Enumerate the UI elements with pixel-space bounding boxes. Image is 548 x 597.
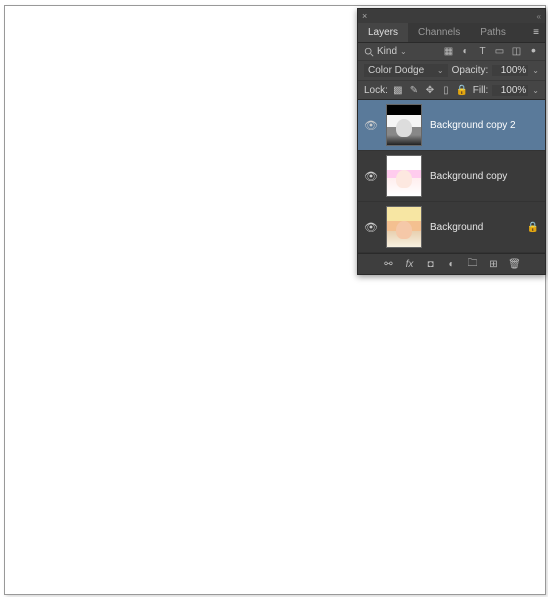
layers-panel: × « Layers Channels Paths ≡ Kind ⌄ ▦ ◐ T… [357, 8, 546, 275]
delete-layer-icon[interactable]: 🗑 [509, 258, 521, 270]
lock-position-icon[interactable]: ✥ [424, 84, 436, 96]
chevron-down-icon: ⌄ [437, 66, 444, 75]
chevron-down-icon: ⌄ [400, 47, 407, 56]
layers-bottom-toolbar: ⚯ fx ◘ ◐ 🗀 ⊞ 🗑 [358, 253, 545, 274]
blend-row: Color Dodge ⌄ Opacity: 100% ⌄ [358, 61, 545, 81]
search-icon [364, 47, 374, 57]
link-layers-icon[interactable]: ⚯ [383, 258, 395, 270]
new-layer-icon[interactable]: ⊞ [488, 258, 500, 270]
panel-tabs: Layers Channels Paths ≡ [358, 23, 545, 43]
visibility-eye-icon[interactable]: 👁 [364, 221, 378, 234]
layer-name-label[interactable]: Background copy 2 [430, 120, 516, 131]
lock-all-icon[interactable]: 🔒 [456, 84, 468, 96]
filter-shape-icon[interactable]: ▭ [494, 46, 505, 57]
tab-layers[interactable]: Layers [358, 23, 408, 42]
visibility-eye-icon[interactable]: 👁 [364, 170, 378, 183]
fx-icon[interactable]: fx [404, 258, 416, 270]
layer-thumbnail[interactable] [386, 104, 422, 146]
blend-mode-dropdown[interactable]: Color Dodge ⌄ [364, 64, 448, 77]
lock-artboard-icon[interactable]: ▯ [440, 84, 452, 96]
layer-row[interactable]: 👁 Background copy [358, 151, 545, 202]
opacity-input[interactable]: 100% [492, 65, 528, 76]
fill-input[interactable]: 100% [492, 85, 528, 96]
chevron-down-icon[interactable]: ⌄ [532, 86, 539, 95]
lock-pixels-icon[interactable]: ✎ [408, 84, 420, 96]
visibility-eye-icon[interactable]: 👁 [364, 119, 378, 132]
close-icon[interactable]: × [362, 11, 367, 21]
filter-pixel-icon[interactable]: ▦ [443, 46, 454, 57]
filter-dot-icon[interactable]: • [528, 44, 539, 55]
lock-transparency-icon[interactable]: ▩ [392, 84, 404, 96]
layer-name-label[interactable]: Background copy [430, 171, 507, 182]
filter-type-icon[interactable]: T [477, 46, 488, 57]
lock-label: Lock: [364, 85, 388, 96]
tab-paths[interactable]: Paths [470, 23, 516, 42]
filter-row: Kind ⌄ ▦ ◐ T ▭ ◫ • [358, 43, 545, 61]
panel-titlebar: × « [358, 9, 545, 23]
collapse-icon[interactable]: « [537, 12, 541, 21]
layer-row[interactable]: 👁 Background copy 2 [358, 100, 545, 151]
fill-label: Fill: [473, 85, 489, 96]
lock-row: Lock: ▩ ✎ ✥ ▯ 🔒 Fill: 100% ⌄ [358, 81, 545, 100]
filter-kind-dropdown[interactable]: Kind ⌄ [377, 46, 407, 57]
panel-menu-icon[interactable]: ≡ [527, 23, 545, 42]
opacity-label: Opacity: [452, 65, 489, 76]
filter-smart-icon[interactable]: ◫ [511, 46, 522, 57]
layers-list: 👁 Background copy 2 👁 Background copy 👁 Backg… [358, 100, 545, 253]
chevron-down-icon[interactable]: ⌄ [532, 66, 539, 75]
filter-kind-label: Kind [377, 46, 397, 57]
layer-row[interactable]: 👁 Background 🔒 [358, 202, 545, 253]
layer-thumbnail[interactable] [386, 206, 422, 248]
adjustment-layer-icon[interactable]: ◐ [446, 258, 458, 270]
tab-channels[interactable]: Channels [408, 23, 470, 42]
blend-mode-value: Color Dodge [368, 65, 424, 76]
lock-icon[interactable]: 🔒 [527, 222, 539, 233]
new-group-icon[interactable]: 🗀 [467, 258, 479, 270]
add-mask-icon[interactable]: ◘ [425, 258, 437, 270]
filter-adjust-icon[interactable]: ◐ [460, 46, 471, 57]
layer-thumbnail[interactable] [386, 155, 422, 197]
layer-name-label[interactable]: Background [430, 222, 483, 233]
